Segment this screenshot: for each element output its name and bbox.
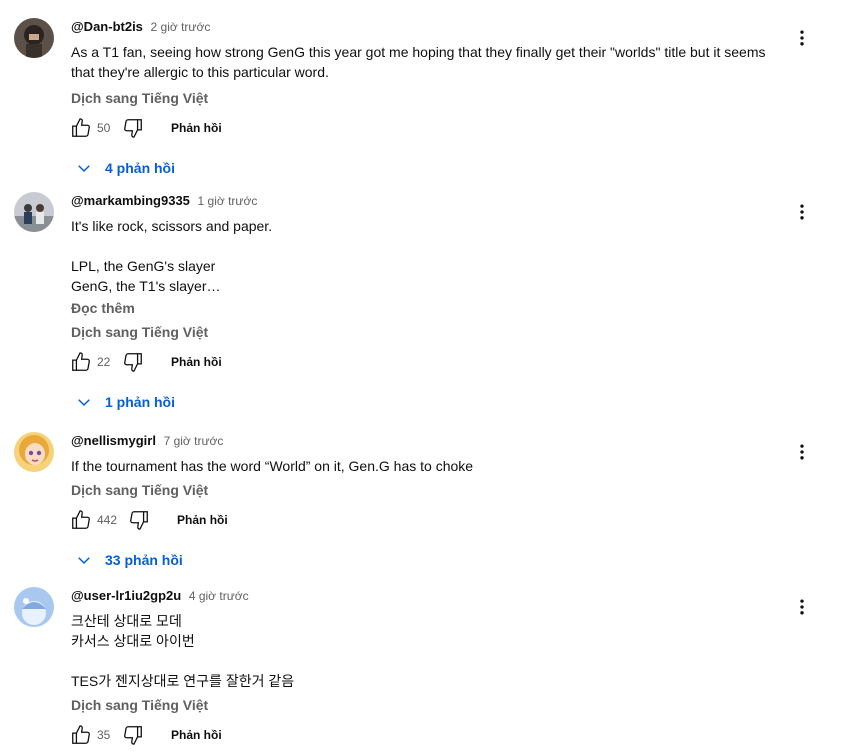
dislike-button[interactable]	[121, 723, 145, 747]
translate-link[interactable]: Dịch sang Tiếng Việt	[71, 322, 782, 342]
dislike-button[interactable]	[121, 116, 145, 140]
view-replies-button[interactable]: 4 phản hồi	[75, 150, 782, 186]
comment-text: As a T1 fan, seeing how strong GenG this…	[71, 44, 766, 80]
thumbs-down-icon	[124, 119, 142, 138]
like-button[interactable]	[69, 723, 93, 747]
comment-time[interactable]: 4 giờ trước	[189, 589, 249, 603]
chevron-down-icon	[78, 557, 90, 565]
more-vertical-icon	[800, 599, 804, 615]
comment-author[interactable]: @nellismygirl	[71, 433, 156, 448]
comment-time[interactable]: 2 giờ trước	[151, 20, 211, 34]
comment-text: If the tournament has the word “World” o…	[71, 458, 474, 474]
comment-time[interactable]: 7 giờ trước	[164, 434, 224, 448]
thumbs-up-icon	[72, 510, 90, 529]
comment-text: 크산테 상대로 모데 카서스 상대로 아이번 TES가 젠지상대로 연구를 잘한…	[71, 613, 295, 689]
chevron-down-icon	[78, 165, 90, 173]
reply-button[interactable]: Phản hồi	[171, 355, 222, 369]
chevron-down-icon	[78, 399, 90, 407]
comment-author[interactable]: @Dan-bt2is	[71, 19, 143, 34]
thumbs-down-icon	[124, 726, 142, 745]
like-button[interactable]	[69, 116, 93, 140]
more-vertical-icon	[800, 204, 804, 220]
thumbs-up-icon	[72, 725, 90, 744]
avatar[interactable]	[14, 192, 54, 232]
more-actions-button[interactable]	[790, 440, 814, 464]
like-count: 442	[97, 513, 118, 527]
translate-link[interactable]: Dịch sang Tiếng Việt	[71, 480, 782, 500]
like-count: 50	[97, 121, 111, 135]
replies-count: 33 phản hồi	[105, 552, 183, 568]
like-count: 35	[97, 728, 111, 742]
more-actions-button[interactable]	[790, 595, 814, 619]
thumbs-up-icon	[72, 118, 90, 137]
avatar[interactable]	[14, 432, 54, 472]
translate-link[interactable]: Dịch sang Tiếng Việt	[71, 695, 782, 715]
replies-count: 4 phản hồi	[105, 160, 175, 176]
avatar[interactable]	[14, 18, 54, 58]
comment-author[interactable]: @user-lr1iu2gp2u	[71, 588, 181, 603]
view-replies-button[interactable]: 33 phản hồi	[75, 542, 782, 578]
reply-button[interactable]: Phản hồi	[177, 513, 228, 527]
more-actions-button[interactable]	[790, 200, 814, 224]
thumbs-down-icon	[124, 353, 142, 372]
more-vertical-icon	[800, 444, 804, 460]
like-button[interactable]	[69, 350, 93, 374]
avatar[interactable]	[14, 587, 54, 627]
dislike-button[interactable]	[127, 508, 151, 532]
more-actions-button[interactable]	[790, 26, 814, 50]
like-button[interactable]	[69, 508, 93, 532]
replies-count: 1 phản hồi	[105, 394, 175, 410]
like-count: 22	[97, 355, 111, 369]
comment-text: It's like rock, scissors and paper. LPL,…	[71, 218, 273, 294]
translate-link[interactable]: Dịch sang Tiếng Việt	[71, 88, 782, 108]
comment-author[interactable]: @markambing9335	[71, 193, 190, 208]
comment-time[interactable]: 1 giờ trước	[198, 194, 258, 208]
dislike-button[interactable]	[121, 350, 145, 374]
thumbs-down-icon	[130, 511, 148, 530]
read-more-link[interactable]: Đọc thêm	[71, 298, 782, 318]
more-vertical-icon	[800, 30, 804, 46]
reply-button[interactable]: Phản hồi	[171, 728, 222, 742]
thumbs-up-icon	[72, 352, 90, 371]
view-replies-button[interactable]: 1 phản hồi	[75, 384, 782, 420]
reply-button[interactable]: Phản hồi	[171, 121, 222, 135]
